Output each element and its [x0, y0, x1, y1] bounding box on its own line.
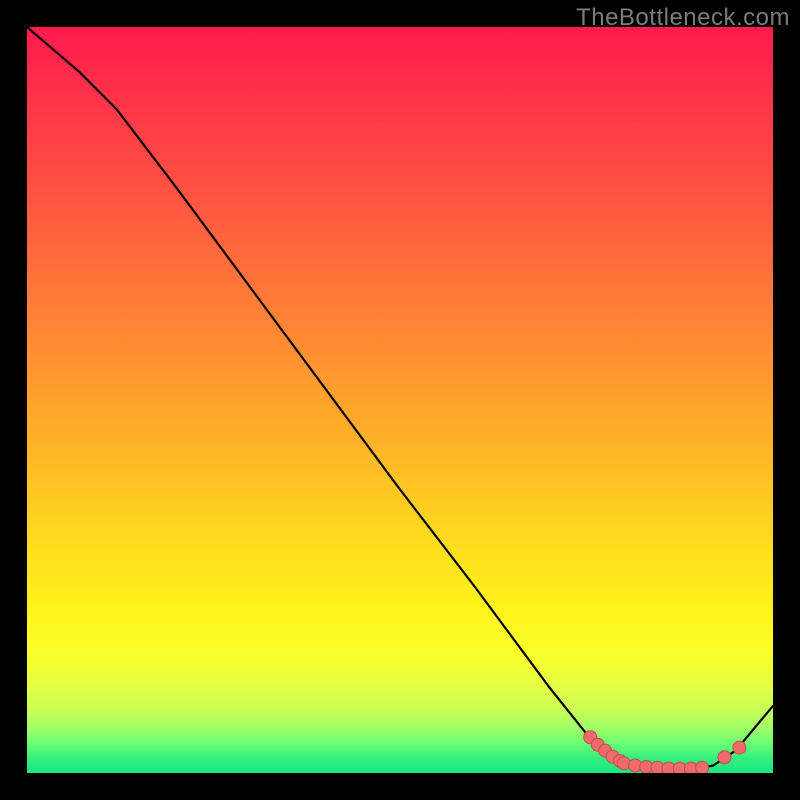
plot-area — [27, 27, 773, 773]
data-point-marker — [696, 761, 709, 773]
data-point-marker — [733, 741, 746, 754]
data-curve — [27, 27, 773, 769]
marker-group — [584, 731, 746, 773]
chart-frame: TheBottleneck.com — [0, 0, 800, 800]
watermark-text: TheBottleneck.com — [576, 4, 790, 32]
chart-svg — [27, 27, 773, 773]
data-point-marker — [718, 751, 731, 764]
data-point-marker — [617, 757, 630, 770]
